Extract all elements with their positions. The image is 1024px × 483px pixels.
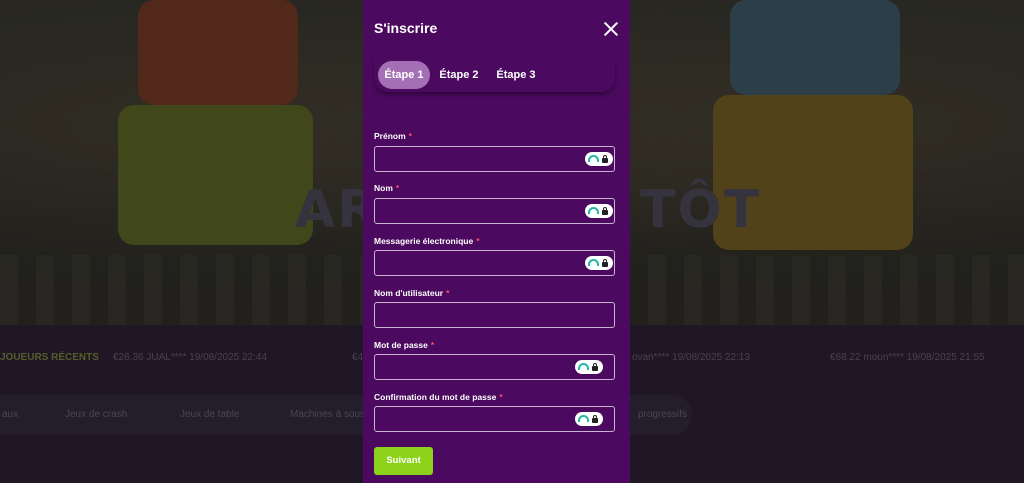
password-manager-icon[interactable]: [575, 360, 603, 374]
tab-step-3[interactable]: Étape 3: [495, 61, 537, 89]
step-tabs: Étape 1 Étape 2 Étape 3: [374, 58, 615, 92]
close-icon[interactable]: [600, 18, 622, 40]
password-manager-icon[interactable]: [585, 256, 613, 270]
tab-step-2[interactable]: Étape 2: [438, 61, 480, 89]
username-input[interactable]: [374, 302, 615, 328]
tab-step-1[interactable]: Étape 1: [378, 61, 430, 89]
required-mark: *: [446, 288, 450, 298]
required-mark: *: [395, 183, 400, 193]
last-name-label: Nom *: [374, 183, 400, 193]
last-name-input[interactable]: [374, 198, 615, 224]
confirm-password-input[interactable]: [374, 406, 615, 432]
next-button[interactable]: Suivant: [374, 447, 433, 475]
password-label: Mot de passe *: [374, 340, 435, 350]
required-mark: *: [430, 340, 435, 350]
confirm-password-label: Confirmation du mot de passe *: [374, 392, 503, 402]
first-name-input[interactable]: [374, 146, 615, 172]
username-label: Nom d'utilisateur *: [374, 288, 450, 298]
email-label: Messagerie électronique *: [374, 236, 480, 246]
password-manager-icon[interactable]: [575, 412, 603, 426]
first-name-label: Prénom *: [374, 131, 412, 141]
modal-title: S'inscrire: [374, 20, 438, 36]
required-mark: *: [476, 236, 480, 246]
signup-modal: S'inscrire Étape 1 Étape 2 Étape 3 Préno…: [363, 0, 630, 483]
password-manager-icon[interactable]: [585, 204, 613, 218]
required-mark: *: [408, 131, 412, 141]
email-input[interactable]: [374, 250, 615, 276]
required-mark: *: [499, 392, 503, 402]
password-manager-icon[interactable]: [585, 152, 613, 166]
password-input[interactable]: [374, 354, 615, 380]
